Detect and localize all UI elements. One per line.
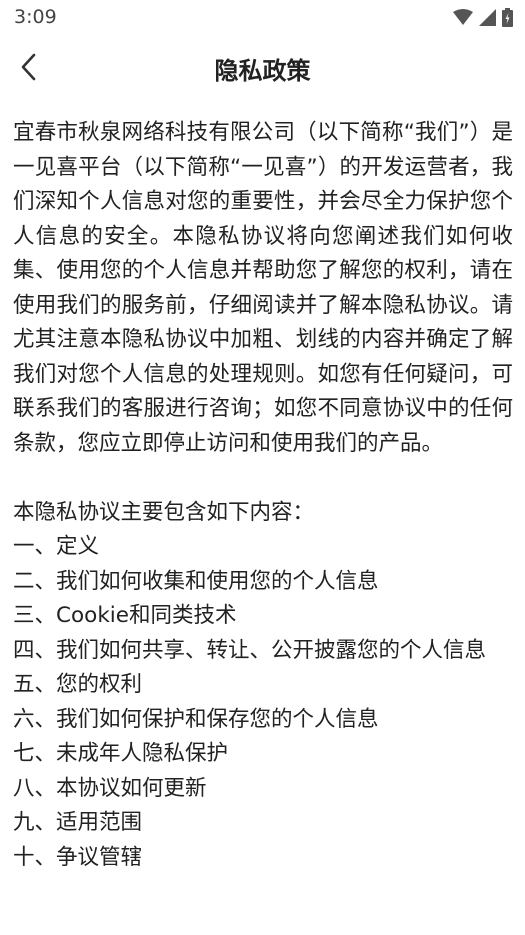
toc-list: 一、定义 二、我们如何收集和使用您的个人信息 三、Cookie和同类技术 四、我…: [13, 530, 513, 875]
toc-heading: 本隐私协议主要包含如下内容：: [13, 499, 315, 525]
policy-content: 宜春市秋泉网络科技有限公司（以下简称“我们”）是一见喜平台（以下简称“一见喜”）…: [13, 116, 513, 875]
header: 隐私政策: [0, 38, 525, 96]
wifi-icon: [453, 8, 473, 25]
toc-item: 二、我们如何收集和使用您的个人信息: [13, 568, 379, 594]
status-icons: [453, 7, 513, 27]
signal-icon: [479, 8, 496, 26]
toc-item: 六、我们如何保护和保存您的个人信息: [13, 706, 379, 732]
page-title: 隐私政策: [214, 57, 311, 85]
toc-item: 九、适用范围: [13, 810, 143, 835]
status-time: 3:09: [14, 6, 57, 28]
battery-icon: [502, 7, 513, 27]
toc-item: 四、我们如何共享、转让、公开披露您的个人信息: [13, 637, 487, 663]
toc-item: 三、Cookie和同类技术: [13, 603, 237, 628]
toc-item: 十、争议管辖: [13, 844, 143, 870]
toc-item: 八、本协议如何更新: [13, 775, 207, 801]
toc-item: 五、您的权利: [13, 672, 143, 697]
toc-item: 一、定义: [13, 534, 100, 559]
policy-intro: 宜春市秋泉网络科技有限公司（以下简称“我们”）是一见喜平台（以下简称“一见喜”）…: [13, 120, 513, 456]
toc-item: 七、未成年人隐私保护: [13, 741, 229, 766]
status-bar: 3:09: [0, 0, 525, 34]
